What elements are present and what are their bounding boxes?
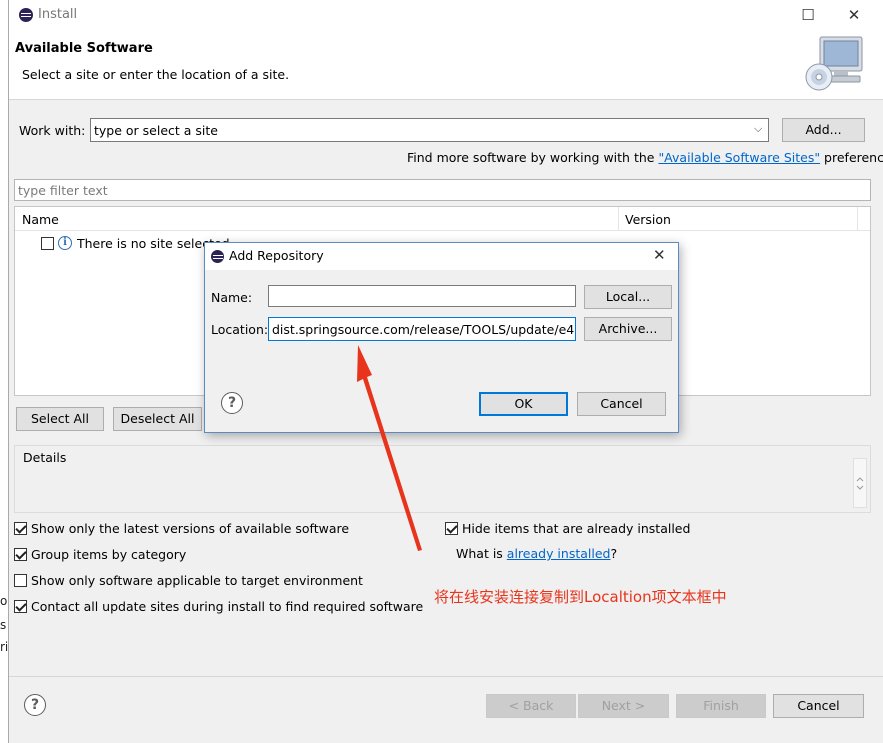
option-target-environment[interactable]: Show only software applicable to target … [14, 571, 363, 589]
info-icon: i [58, 236, 72, 250]
add-repository-dialog: Add Repository ✕ Name: Local... Location… [204, 242, 679, 433]
close-icon[interactable]: ✕ [840, 4, 868, 26]
deselect-all-button[interactable]: Deselect All [113, 407, 202, 431]
column-divider [618, 207, 619, 231]
install-software-icon [804, 35, 866, 93]
what-is-installed: What is already installed? [456, 546, 617, 561]
work-with-label: Work with: [19, 123, 86, 138]
archive-button[interactable]: Archive... [584, 317, 672, 341]
what-is-suffix: ? [610, 546, 618, 561]
work-with-combo[interactable]: type or select a site ⌵ [90, 118, 769, 142]
dialog-cancel-button[interactable]: Cancel [577, 392, 666, 416]
option-contact-update-sites[interactable]: Contact all update sites during install … [14, 597, 423, 615]
add-button[interactable]: Add... [782, 118, 865, 142]
window-title: Install [38, 7, 78, 22]
column-header-name[interactable]: Name [22, 212, 59, 227]
footer-separator [9, 676, 883, 677]
checkbox[interactable] [445, 521, 458, 535]
dialog-title-bar: Add Repository ✕ [205, 243, 678, 270]
background-fragment-2: s [0, 618, 7, 632]
column-divider [857, 207, 858, 231]
checkbox[interactable] [14, 521, 27, 535]
annotation-text: 将在线安装连接复制到Localtion项文本框中 [434, 588, 727, 606]
available-software-sites-link[interactable]: "Available Software Sites" [658, 150, 820, 165]
local-button[interactable]: Local... [584, 285, 672, 309]
title-bar: Install ☐ ✕ [9, 0, 883, 31]
find-more-suffix: preferences. [824, 150, 883, 165]
next-button[interactable]: Next > [578, 694, 669, 718]
back-button[interactable]: < Back [486, 694, 576, 718]
option-hide-installed[interactable]: Hide items that are already installed [445, 519, 690, 537]
eclipse-icon [19, 8, 33, 22]
chevron-down-icon[interactable]: ⌵ [754, 122, 762, 136]
option-latest-versions[interactable]: Show only the latest versions of availab… [14, 519, 349, 537]
filter-placeholder: type filter text [18, 183, 108, 198]
finish-button[interactable]: Finish [676, 694, 766, 718]
option-label: Show only software applicable to target … [31, 572, 363, 588]
checkbox[interactable] [14, 573, 27, 587]
option-label: Contact all update sites during install … [31, 598, 424, 614]
dialog-help-icon[interactable]: ? [221, 392, 243, 414]
help-icon[interactable]: ? [24, 694, 46, 716]
page-title: Available Software [15, 41, 153, 56]
what-is-prefix: What is [456, 546, 507, 561]
row-checkbox[interactable] [41, 236, 54, 250]
table-header: Name Version [15, 207, 870, 231]
annotation-arrow [357, 345, 422, 551]
ok-button[interactable]: OK [479, 392, 568, 416]
page-subtitle: Select a site or enter the location of a… [22, 67, 290, 82]
maximize-icon[interactable]: ☐ [794, 4, 822, 26]
filter-input[interactable]: type filter text [14, 179, 871, 201]
work-with-value: type or select a site [94, 123, 218, 138]
checkbox[interactable] [14, 547, 27, 561]
find-more-prefix: Find more software by working with the [407, 150, 659, 165]
checkbox[interactable] [14, 599, 27, 613]
column-header-version[interactable]: Version [625, 212, 671, 227]
details-group: Details [14, 445, 871, 513]
dialog-title: Add Repository [229, 248, 324, 263]
eclipse-icon [211, 250, 224, 263]
location-label: Location: [211, 322, 269, 337]
name-label: Name: [211, 290, 253, 305]
option-label: Hide items that are already installed [462, 520, 691, 536]
wizard-header: Available Software Select a site or ente… [9, 31, 883, 100]
cancel-button[interactable]: Cancel [773, 694, 864, 718]
option-group-by-category[interactable]: Group items by category [14, 545, 186, 563]
already-installed-link[interactable]: already installed [507, 546, 611, 561]
details-scroll[interactable] [853, 458, 867, 508]
details-label: Details [23, 450, 67, 465]
option-label: Show only the latest versions of availab… [31, 520, 350, 536]
select-all-button[interactable]: Select All [16, 407, 104, 431]
name-field[interactable] [268, 285, 576, 307]
option-label: Group items by category [31, 546, 187, 562]
dialog-close-icon[interactable]: ✕ [653, 246, 666, 264]
find-more-text: Find more software by working with the "… [407, 150, 883, 165]
